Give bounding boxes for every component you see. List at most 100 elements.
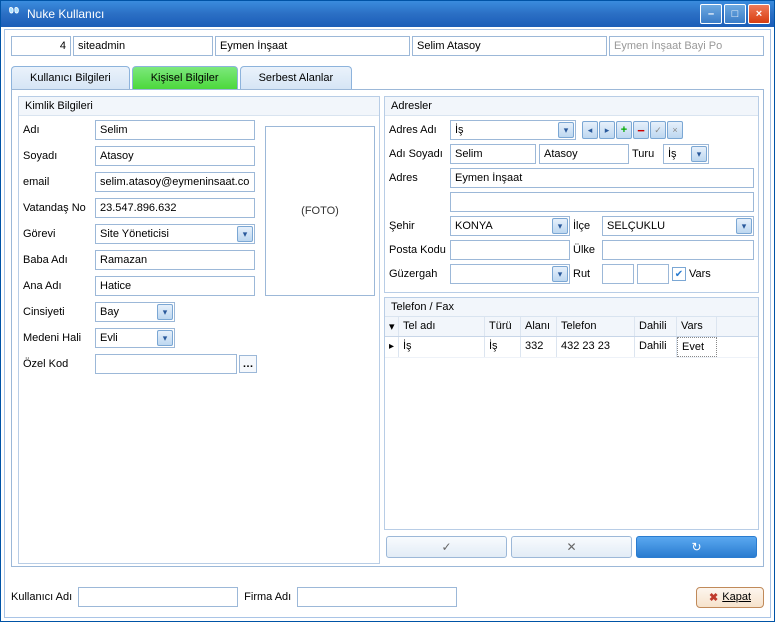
father-name-field[interactable]	[95, 250, 255, 270]
label-soyadi: Soyadı	[23, 150, 95, 162]
col-teladi[interactable]: Tel adı	[399, 317, 485, 336]
chevron-down-icon[interactable]	[691, 146, 707, 162]
addr-type-combo[interactable]: İş	[663, 144, 709, 164]
chevron-down-icon[interactable]	[237, 226, 253, 242]
label-email: email	[23, 176, 95, 188]
fullname-field[interactable]	[412, 36, 607, 56]
mother-name-field[interactable]	[95, 276, 255, 296]
city-combo[interactable]: KONYA	[450, 216, 570, 236]
tab-user-info[interactable]: Kullanıcı Bilgileri	[11, 66, 130, 89]
role-combo[interactable]: Site Yöneticisi	[95, 224, 255, 244]
country-field[interactable]	[602, 240, 754, 260]
email-field[interactable]	[95, 172, 255, 192]
tab-personal-info[interactable]: Kişisel Bilgiler	[132, 66, 238, 89]
label-ana: Ana Adı	[23, 280, 95, 292]
address-name-combo[interactable]: İş	[450, 120, 576, 140]
app-window: Nuke Kullanıcı – □ × Kullanıcı Bilgileri…	[0, 0, 775, 622]
route-combo[interactable]	[450, 264, 570, 284]
remove-address-button[interactable]: −	[633, 121, 649, 139]
label-vars: Vars	[689, 268, 711, 280]
window-title: Nuke Kullanıcı	[27, 7, 700, 21]
chevron-down-icon[interactable]	[157, 304, 173, 320]
phone-grid-header: ▾ Tel adı Türü Alanı Telefon Dahili Vars	[385, 317, 758, 337]
label-cinsiyet: Cinsiyeti	[23, 306, 95, 318]
label-adres: Adres	[389, 172, 447, 184]
vars-checkbox[interactable]: ✔	[672, 267, 686, 281]
photo-placeholder[interactable]: (FOTO)	[265, 126, 375, 296]
col-vars[interactable]: Vars	[677, 317, 717, 336]
marital-combo[interactable]: Evli	[95, 328, 175, 348]
username-field[interactable]	[73, 36, 213, 56]
refresh-button[interactable]: ↻	[636, 536, 757, 558]
tab-free-fields[interactable]: Serbest Alanlar	[240, 66, 353, 89]
app-icon	[7, 6, 23, 22]
identity-group-title: Kimlik Bilgileri	[19, 97, 379, 116]
chevron-down-icon[interactable]	[736, 218, 752, 234]
add-address-button[interactable]: +	[616, 121, 632, 139]
confirm-button[interactable]: ✓	[386, 536, 507, 558]
chevron-down-icon[interactable]	[558, 122, 574, 138]
label-adi: Adı	[23, 124, 95, 136]
row-selector-header[interactable]: ▾	[385, 317, 399, 336]
col-dahili[interactable]: Dahili	[635, 317, 677, 336]
company-field[interactable]	[215, 36, 410, 56]
col-turu[interactable]: Türü	[485, 317, 521, 336]
label-rut: Rut	[573, 268, 599, 280]
label-posta: Posta Kodu	[389, 244, 447, 256]
address-line2-field[interactable]	[450, 192, 754, 212]
addresses-group-title: Adresler	[385, 97, 758, 116]
chevron-down-icon[interactable]	[552, 218, 568, 234]
footer-username-field[interactable]	[78, 587, 238, 607]
commit-address-button[interactable]: ✓	[650, 121, 666, 139]
label-guzergah: Güzergah	[389, 268, 447, 280]
tab-strip: Kullanıcı Bilgileri Kişisel Bilgiler Ser…	[5, 66, 770, 89]
label-ozel: Özel Kod	[23, 358, 95, 370]
check-icon: ✓	[441, 540, 451, 554]
nav-prev-icon[interactable]: ◂	[582, 121, 598, 139]
phone-group-title: Telefon / Fax	[385, 298, 758, 317]
addr-firstname-field[interactable]	[450, 144, 536, 164]
x-icon: ✕	[566, 540, 576, 554]
label-ulke: Ülke	[573, 244, 599, 256]
special-code-field[interactable]	[95, 354, 237, 374]
minimize-button[interactable]: –	[700, 4, 722, 24]
summary-row	[5, 30, 770, 62]
chevron-down-icon[interactable]	[552, 266, 568, 282]
address-line1-field[interactable]	[450, 168, 754, 188]
user-id-field[interactable]	[11, 36, 71, 56]
footer-bar: Kullanıcı Adı Firma Adı ✖ Kapat	[11, 583, 764, 611]
gender-combo[interactable]: Bay	[95, 302, 175, 322]
cancel-button[interactable]: ✕	[511, 536, 632, 558]
phone-row[interactable]: İş İş 332 432 23 23 Dahili Evet	[385, 337, 758, 358]
first-name-field[interactable]	[95, 120, 255, 140]
dealer-field[interactable]	[609, 36, 764, 56]
nav-next-icon[interactable]: ▸	[599, 121, 615, 139]
close-window-button[interactable]: ×	[748, 4, 770, 24]
label-sehir: Şehir	[389, 220, 447, 232]
cancel-address-button[interactable]: ×	[667, 121, 683, 139]
footer-firma-field[interactable]	[297, 587, 457, 607]
label-footer-username: Kullanıcı Adı	[11, 591, 72, 603]
close-button[interactable]: ✖ Kapat	[696, 587, 764, 608]
label-adresadi: Adres Adı	[389, 124, 447, 136]
titlebar: Nuke Kullanıcı – □ ×	[1, 1, 774, 27]
rut1-field[interactable]	[602, 264, 634, 284]
addr-lastname-field[interactable]	[539, 144, 629, 164]
lookup-button[interactable]: …	[239, 355, 257, 373]
rut2-field[interactable]	[637, 264, 669, 284]
label-gorevi: Görevi	[23, 228, 95, 240]
citizen-id-field[interactable]	[95, 198, 255, 218]
postal-code-field[interactable]	[450, 240, 570, 260]
label-turu: Turu	[632, 148, 660, 160]
last-name-field[interactable]	[95, 146, 255, 166]
label-vatandas: Vatandaş No	[23, 202, 95, 214]
row-indicator-icon	[385, 337, 399, 357]
district-combo[interactable]: SELÇUKLU	[602, 216, 754, 236]
close-icon: ✖	[709, 591, 718, 604]
col-telefon[interactable]: Telefon	[557, 317, 635, 336]
label-ilce: İlçe	[573, 220, 599, 232]
maximize-button[interactable]: □	[724, 4, 746, 24]
address-nav: ◂ ▸ + − ✓ ×	[582, 121, 683, 139]
col-alan[interactable]: Alanı	[521, 317, 557, 336]
chevron-down-icon[interactable]	[157, 330, 173, 346]
